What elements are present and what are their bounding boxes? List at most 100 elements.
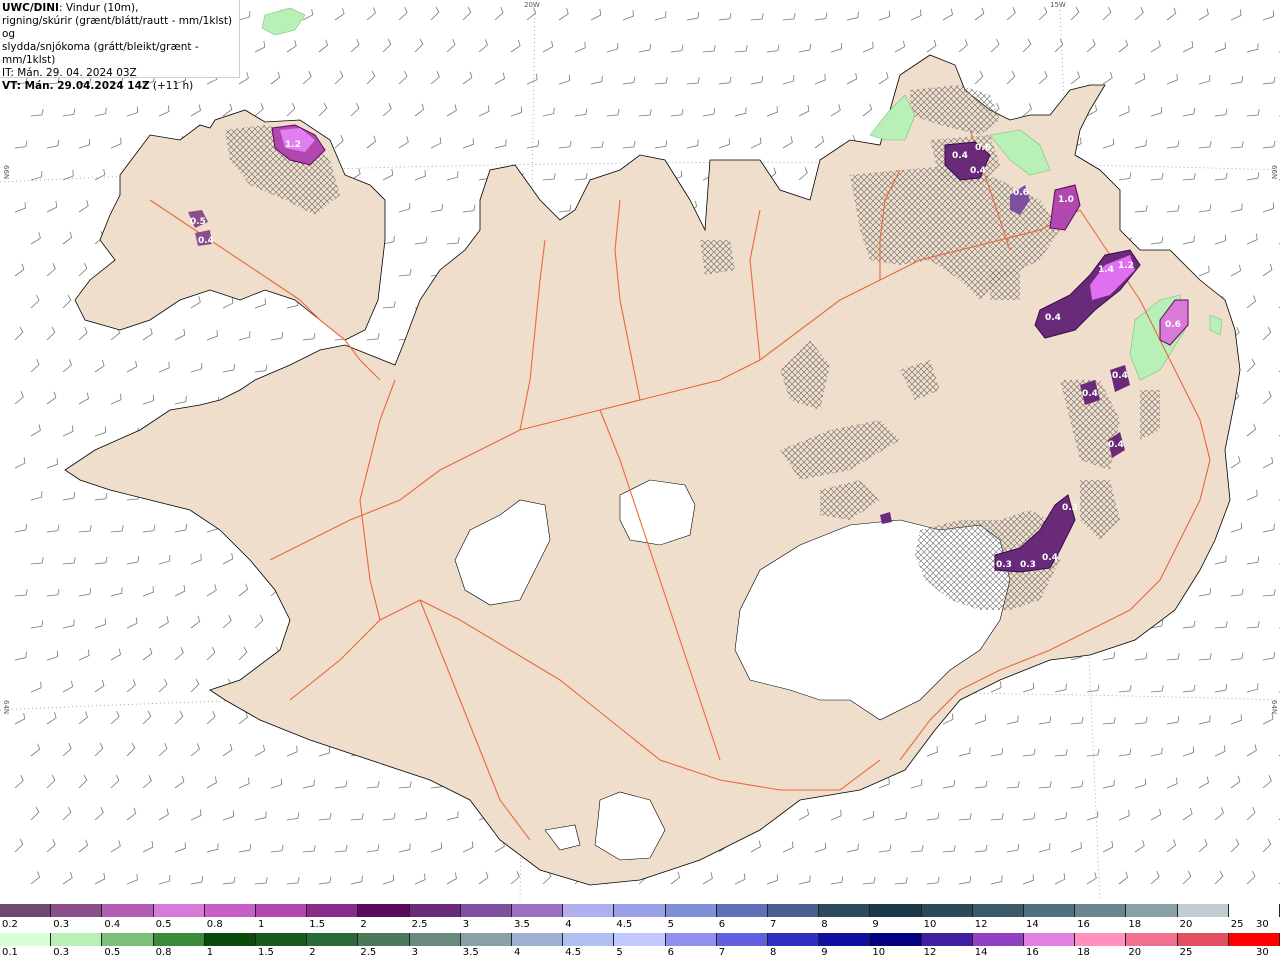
legend-label: 25	[1230, 919, 1244, 930]
legend-label: 30	[1256, 947, 1269, 958]
legend-swatch	[51, 933, 103, 946]
info-line-1: UWC/DINI: Vindur (10m),	[2, 2, 239, 15]
legend-swatch	[972, 904, 1025, 917]
legend-swatch	[153, 904, 205, 917]
legend-swatch	[0, 904, 52, 917]
legend-swatch	[563, 933, 615, 946]
legend-label: 7	[718, 947, 726, 958]
valid-time: VT: Mán. 29.04.2024 14Z (+11 h)	[2, 80, 239, 93]
legend-label: 4	[565, 919, 572, 930]
legend-swatch	[1228, 904, 1280, 917]
svg-text:0.4: 0.4	[1112, 371, 1128, 381]
legend-swatch	[1075, 904, 1127, 917]
legend-swatch	[51, 904, 103, 917]
legend-label: 18	[1077, 947, 1090, 958]
valid-time-value: VT: Mán. 29.04.2024 14Z	[2, 80, 150, 92]
svg-text:1.2: 1.2	[1118, 261, 1134, 271]
lon-label-15w: 15W	[1050, 1, 1066, 9]
legend-swatch	[1228, 933, 1280, 946]
svg-text:0.4: 0.4	[1042, 553, 1058, 563]
legend-swatch	[921, 904, 973, 917]
svg-text:0.3: 0.3	[1020, 560, 1036, 570]
legend-label: 2.5	[360, 947, 377, 958]
legend-label: 30	[1256, 919, 1269, 930]
legend-label: 1.5	[258, 947, 274, 958]
legend-label: 0.3	[53, 947, 70, 958]
svg-text:1.0: 1.0	[1058, 195, 1074, 205]
legend-swatch	[102, 933, 154, 946]
svg-text:0.4: 0.4	[198, 236, 214, 246]
legend-label: 0.3	[53, 919, 70, 930]
legend-rain-labels: 0.1 0.3 0.5 0.8 1 1.5 2 2.5 3 3.5 4 4.5 5 6 7 8 9 10 12 14 1…	[0, 947, 1280, 959]
legend-label: 5	[616, 947, 623, 958]
legend-swatch	[409, 933, 461, 946]
model-name: UWC/DINI	[2, 2, 59, 14]
legend-swatch	[460, 904, 513, 917]
legend-label: 0.8	[206, 919, 223, 930]
svg-text:0.4: 0.4	[970, 166, 986, 176]
legend-label: 12	[974, 919, 988, 930]
legend-snow-labels: 0.2 0.3 0.4 0.5 0.8 1 1.5 2 2.5 3 3.5 4 4.5 5 6 7 8 9 10 12…	[0, 919, 1280, 931]
legend-swatch	[102, 904, 154, 917]
legend-swatch	[972, 933, 1025, 946]
lat-label-left-bottom: 64N	[2, 700, 10, 715]
legend-label: 2.5	[411, 919, 428, 930]
legend-label: 18	[1128, 919, 1142, 930]
legend-swatch	[0, 933, 52, 946]
svg-text:0.3: 0.3	[1062, 503, 1078, 513]
legend-label: 0.2	[2, 919, 18, 930]
svg-text:0.4: 0.4	[1045, 313, 1061, 323]
legend-swatch	[358, 904, 410, 917]
legend-swatch	[1075, 933, 1127, 946]
svg-text:0.6: 0.6	[975, 143, 991, 153]
lon-label-20w: 20W	[524, 1, 540, 9]
lat-label-left-top: 66N	[2, 165, 10, 180]
legend-swatch	[1024, 933, 1076, 946]
info-line-2: rigning/skúrir (grænt/blátt/rautt - mm/1…	[2, 15, 233, 40]
legend-label: 14	[974, 947, 988, 958]
legend-swatch	[819, 933, 871, 946]
model-description: : Vindur (10m),	[58, 2, 139, 14]
legend-swatch	[256, 904, 308, 917]
legend-label: 0.5	[155, 919, 172, 930]
issue-time: IT: Mán. 29. 04. 2024 03Z	[2, 67, 137, 79]
legend-swatch	[204, 904, 257, 917]
legend-swatch	[256, 933, 308, 946]
info-line-3: slydda/snjókoma (grátt/bleikt/grænt - mm…	[2, 41, 199, 66]
legend-label: 20	[1179, 919, 1193, 930]
legend-label: 10	[872, 947, 886, 958]
legend-label: 2	[360, 919, 367, 930]
legend-swatch	[307, 904, 359, 917]
legend-swatch	[665, 904, 717, 917]
legend-label: 20	[1128, 947, 1142, 958]
legend-swatch	[563, 904, 615, 917]
legend-label: 0.5	[104, 947, 121, 958]
legend-rain-row	[0, 933, 1280, 946]
legend-swatch	[153, 933, 205, 946]
legend-swatch	[1024, 904, 1076, 917]
legend-swatch	[716, 933, 769, 946]
legend-label: 8	[770, 947, 777, 958]
legend-label: 3.5	[514, 919, 530, 930]
legend-label: 25	[1179, 947, 1193, 958]
legend-swatch	[204, 933, 257, 946]
legend-label: 16	[1077, 919, 1090, 930]
legend-snow-row	[0, 904, 1280, 917]
svg-text:0.6: 0.6	[1165, 320, 1181, 330]
svg-text:0.4: 0.4	[1082, 389, 1098, 399]
valid-offset: (+11 h)	[149, 80, 194, 92]
legend-label: 3.5	[462, 947, 479, 958]
legend-label: 1.5	[309, 919, 326, 930]
svg-text:1.2: 1.2	[285, 140, 301, 150]
legend-label: 14	[1026, 919, 1039, 930]
svg-text:0.4: 0.4	[952, 151, 968, 161]
legend-label: 0.4	[104, 919, 121, 930]
weather-map: 1.2 0.5 0.4 0.4 0.6 0.4 1.0 0.6 1.4 1.2 …	[0, 0, 1280, 900]
legend-label: 6	[667, 947, 674, 958]
lat-label-right-top: 66N	[1270, 165, 1278, 180]
lat-label-right-bottom: 64N	[1270, 700, 1278, 715]
legend-swatch	[921, 933, 973, 946]
legend-swatch	[819, 904, 871, 917]
legend-swatch	[307, 933, 359, 946]
legend-swatch	[614, 904, 666, 917]
